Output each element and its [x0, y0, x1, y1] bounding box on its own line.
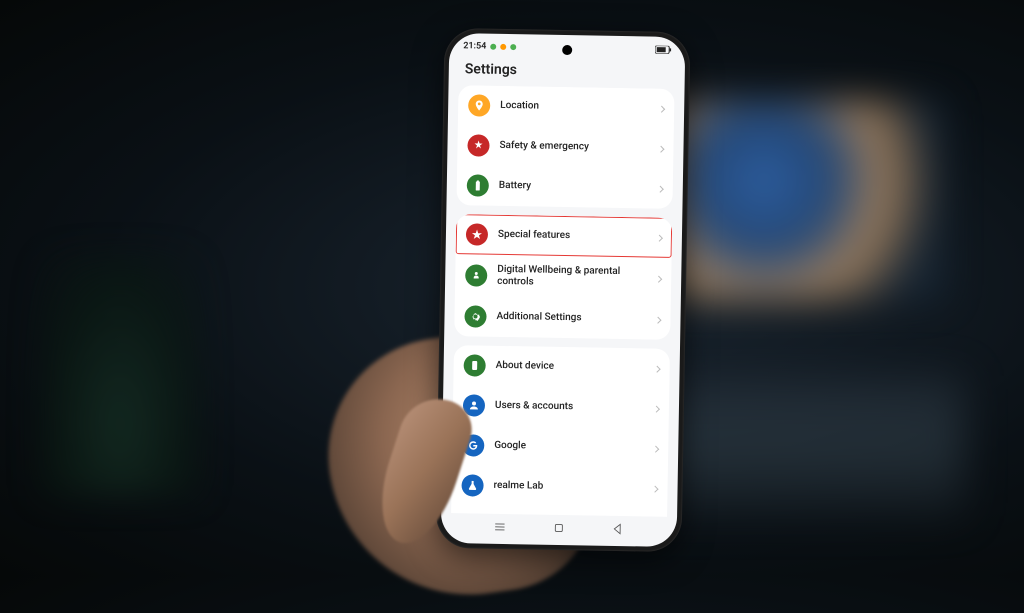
settings-row-additional[interactable]: Additional Settings — [454, 296, 671, 340]
nav-home-button[interactable] — [551, 520, 567, 536]
chevron-right-icon — [652, 485, 659, 492]
row-label: Safety & emergency — [499, 140, 648, 155]
settings-row-battery[interactable]: Battery — [456, 165, 673, 209]
chevron-right-icon — [654, 365, 661, 372]
background-monitor — [644, 100, 944, 300]
location-icon — [468, 94, 490, 116]
row-label: Battery — [499, 180, 648, 195]
page-title: Settings — [449, 59, 685, 89]
battery-icon — [467, 174, 489, 196]
safety-icon — [467, 134, 489, 156]
chevron-right-icon — [652, 445, 659, 452]
settings-row-safety[interactable]: Safety & emergency — [457, 125, 674, 169]
status-indicator-icon — [510, 44, 516, 50]
background-plant — [40, 256, 200, 496]
star-icon — [466, 223, 488, 245]
row-label: Special features — [498, 229, 647, 244]
settings-row-google[interactable]: Google — [452, 425, 669, 469]
row-label: realme Lab — [493, 480, 642, 495]
chevron-right-icon — [657, 185, 664, 192]
settings-group: About device Users & accounts Google — [451, 345, 670, 517]
row-label: Location — [500, 100, 649, 115]
status-indicator-icon — [500, 44, 506, 50]
settings-group: Special features Digital Wellbeing & par… — [454, 214, 672, 340]
about-icon — [463, 354, 485, 376]
statusbar-time: 21:54 — [463, 41, 486, 51]
nav-back-button[interactable] — [609, 521, 625, 537]
camera-hole — [562, 45, 572, 55]
phone-screen: 21:54 Settings L — [441, 33, 686, 547]
settings-group: Location Safety & emergency Battery — [456, 85, 674, 209]
battery-icon — [655, 46, 671, 54]
navigation-bar — [441, 513, 677, 547]
settings-row-location[interactable]: Location — [458, 85, 675, 129]
chevron-right-icon — [655, 275, 662, 282]
row-label: Digital Wellbeing & parental controls — [497, 264, 646, 291]
settings-row-users[interactable]: Users & accounts — [453, 385, 670, 429]
chevron-right-icon — [653, 405, 660, 412]
row-label: Google — [494, 440, 643, 455]
lab-icon — [461, 474, 483, 496]
row-label: Users & accounts — [495, 400, 644, 415]
chevron-right-icon — [654, 316, 661, 323]
wellbeing-icon — [465, 264, 487, 286]
row-label: About device — [496, 360, 645, 375]
settings-row-wellbeing[interactable]: Digital Wellbeing & parental controls — [455, 254, 672, 300]
settings-row-realme-lab[interactable]: realme Lab — [451, 465, 668, 509]
chevron-right-icon — [657, 145, 664, 152]
settings-row-special-features[interactable]: Special features — [456, 214, 673, 258]
settings-list[interactable]: Location Safety & emergency Battery — [441, 85, 684, 517]
nav-recents-button[interactable] — [492, 519, 508, 535]
status-indicator-icon — [490, 44, 496, 50]
row-label: Additional Settings — [496, 311, 645, 326]
settings-row-about[interactable]: About device — [453, 345, 670, 389]
chevron-right-icon — [656, 234, 663, 241]
phone-frame: 21:54 Settings L — [435, 28, 690, 552]
chevron-right-icon — [658, 105, 665, 112]
gear-icon — [464, 305, 486, 327]
